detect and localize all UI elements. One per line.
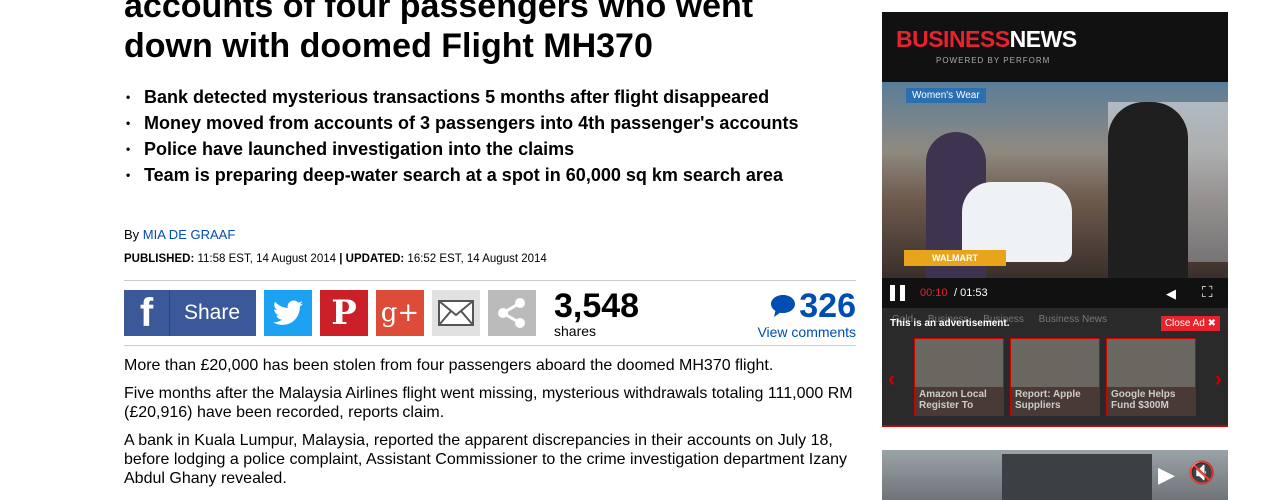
thumbnail-caption: Report: Apple Suppliers [1015,389,1081,411]
article-headline: accounts of four passengers who went dow… [124,0,754,65]
byline-prefix: By [124,227,140,242]
published-date: 11:58 EST, 14 August 2014 [197,253,337,265]
author-link[interactable]: MIA DE GRAAF [143,227,235,242]
share-bar: f Share P g+ 3,548 shares 326 View comme… [124,280,856,346]
video-total-time: / 01:53 [954,287,988,299]
facebook-share-button[interactable]: f Share [124,290,256,336]
thumbnail-caption: Amazon Local Register To [919,389,987,411]
article-paragraph: Five months after the Malaysia Airlines … [124,385,853,421]
ad-overlay: Gold Business Business Business News Thi… [882,308,1228,425]
video-header: BUSINESSNEWS POWERED BY PERFORM [882,12,1228,82]
googleplus-share-button[interactable]: g+ [376,290,424,336]
comment-count-number: 326 [799,287,856,325]
updated-label: UPDATED: [345,253,405,265]
store-sign: Women's Wear [906,88,986,103]
video-still-image [1002,454,1152,500]
powered-by-label: POWERED BY PERFORM [936,56,1051,65]
tab-business-news[interactable]: Business News [1039,314,1107,325]
googleplus-icon: g+ [380,298,420,328]
envelope-icon [438,300,474,326]
shopper-figure [1108,102,1188,278]
related-video-thumbnail[interactable]: Report: Apple Suppliers [1010,338,1100,416]
share-count-number: 3,548 [554,287,640,325]
fullscreen-icon[interactable]: ⛶ [1202,284,1213,301]
comments-link[interactable]: 326 View comments [757,288,856,340]
thumbnail-image [1107,339,1195,387]
thumbnail-caption: Google Helps Fund $300M [1111,389,1176,411]
business-news-video-player[interactable]: BUSINESSNEWS POWERED BY PERFORM Women's … [882,12,1228,427]
published-label: PUBLISHED: [124,253,195,265]
related-video-thumbnail[interactable]: Google Helps Fund $300M [1106,338,1196,416]
share-count: 3,548 shares [554,288,639,338]
thumbnail-image [915,339,1003,387]
speech-bubble-icon [771,295,796,317]
facebook-icon: f [124,290,170,336]
bullet-item: Police have launched investigation into … [124,138,854,161]
view-comments-label: View comments [757,324,856,340]
summary-bullets: Bank detected mysterious transactions 5 … [124,86,854,190]
twitter-icon [273,300,303,325]
share-count-label: shares [554,323,597,339]
article-paragraph: More than £20,000 has been stolen from f… [124,357,774,374]
bullet-item: Bank detected mysterious transactions 5 … [124,86,854,109]
date-separator: | [339,253,343,265]
thumbnail-image [1011,339,1099,387]
byline: By MIA DE GRAAF [124,227,235,242]
carousel-prev-icon[interactable]: ‹ [888,366,895,392]
video-current-time: 00:10 [920,287,948,299]
video-controls: 00:10 / 01:53 ◀ ⛶ [882,278,1228,308]
close-ad-button[interactable]: Close Ad ✖ [1160,316,1220,331]
volume-icon[interactable]: ◀ [1166,286,1176,302]
play-icon[interactable]: ▶ [1158,462,1175,488]
pause-icon[interactable] [890,285,906,301]
share-nodes-icon [498,298,525,328]
facebook-share-label: Share [184,301,241,324]
more-share-button[interactable] [488,290,536,336]
pinterest-icon: P [331,293,357,333]
carousel-next-icon[interactable]: › [1215,366,1222,392]
updated-date: 16:52 EST, 14 August 2014 [407,253,547,265]
business-news-logo: BUSINESSNEWS [896,26,1077,52]
pinterest-share-button[interactable]: P [320,290,368,336]
bullet-item: Team is preparing deep-water search at a… [124,164,854,187]
email-share-button[interactable] [432,290,480,336]
mute-icon[interactable]: 🔇 [1188,460,1215,486]
video-frame[interactable]: Women's Wear WALMART [882,82,1228,278]
publish-dates: PUBLISHED: 11:58 EST, 14 August 2014 | U… [124,253,547,265]
bullet-item: Money moved from accounts of 3 passenger… [124,112,854,135]
ad-notice: This is an advertisement. [890,318,1010,329]
article-paragraph: A bank in Kuala Lumpur, Malaysia, report… [124,432,848,487]
comment-count: 326 [757,288,856,324]
walmart-caption-tag: WALMART [904,250,1006,266]
second-video-player[interactable]: ▶ 🔇 [882,450,1228,500]
related-video-thumbnail[interactable]: Amazon Local Register To [914,338,1004,416]
twitter-share-button[interactable] [264,290,312,336]
